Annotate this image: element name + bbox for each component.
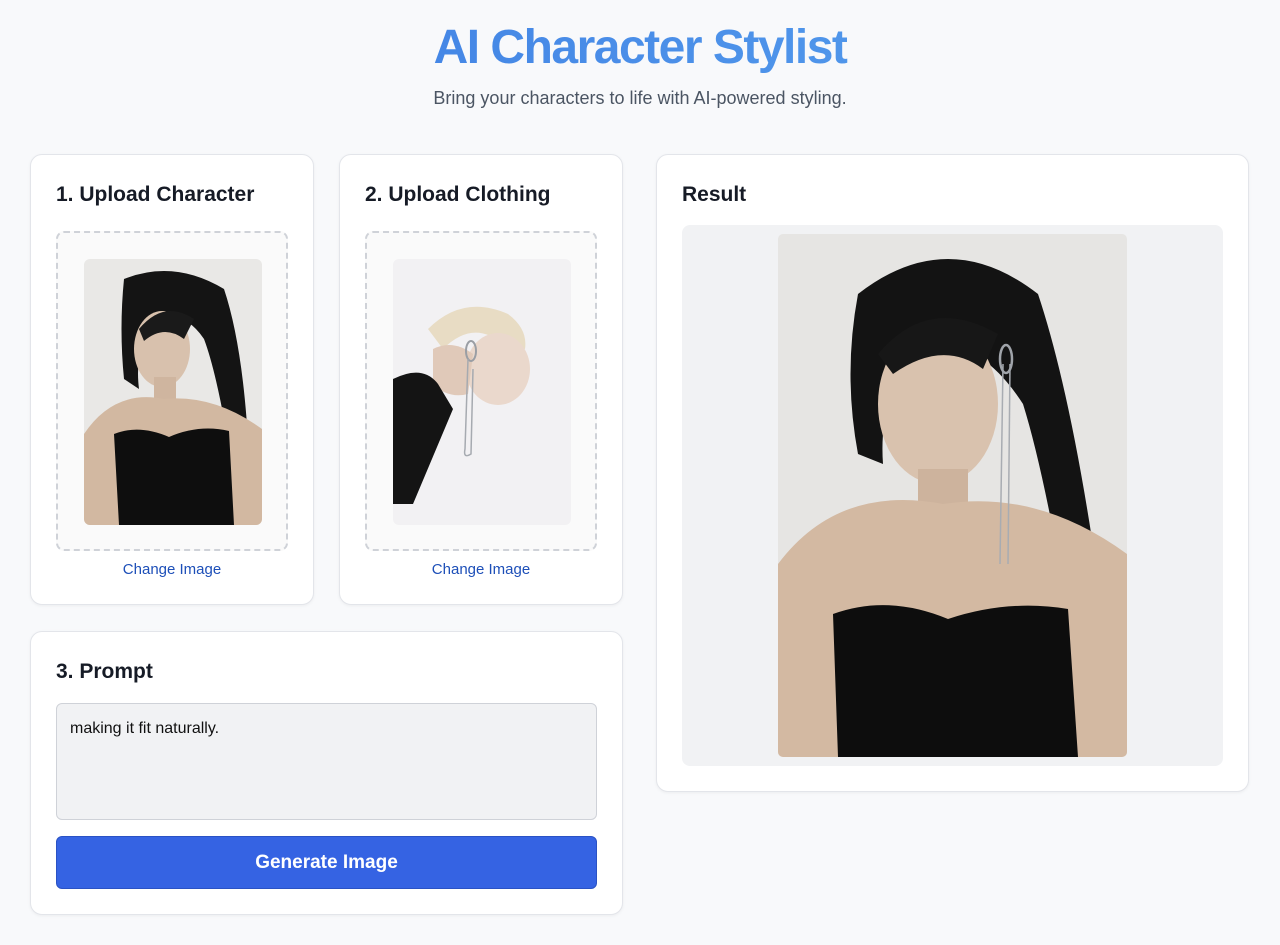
result-preview-area xyxy=(682,225,1223,766)
app-subtitle: Bring your characters to life with AI-po… xyxy=(433,88,847,108)
clothing-card-title: 2. Upload Clothing xyxy=(365,183,551,206)
prompt-textarea[interactable]: making it fit naturally. xyxy=(56,703,597,820)
character-image xyxy=(84,259,262,525)
result-image xyxy=(778,234,1127,757)
generate-image-button[interactable]: Generate Image xyxy=(56,836,597,889)
clothing-image xyxy=(393,259,571,525)
character-upload-card: 1. Upload Character Change Image xyxy=(30,154,314,605)
clothing-upload-card: 2. Upload Clothing Change Image xyxy=(339,154,623,605)
character-dropzone[interactable] xyxy=(56,231,288,551)
prompt-card-title: 3. Prompt xyxy=(56,660,153,683)
result-card-title: Result xyxy=(682,183,747,206)
change-clothing-image-link[interactable]: Change Image xyxy=(340,561,622,578)
change-character-image-link[interactable]: Change Image xyxy=(31,561,313,578)
character-card-title: 1. Upload Character xyxy=(56,183,255,206)
result-card: Result xyxy=(656,154,1249,792)
clothing-dropzone[interactable] xyxy=(365,231,597,551)
app-title: AI Character Stylist xyxy=(0,20,1280,76)
prompt-card: 3. Prompt making it fit naturally. Gener… xyxy=(30,631,623,915)
